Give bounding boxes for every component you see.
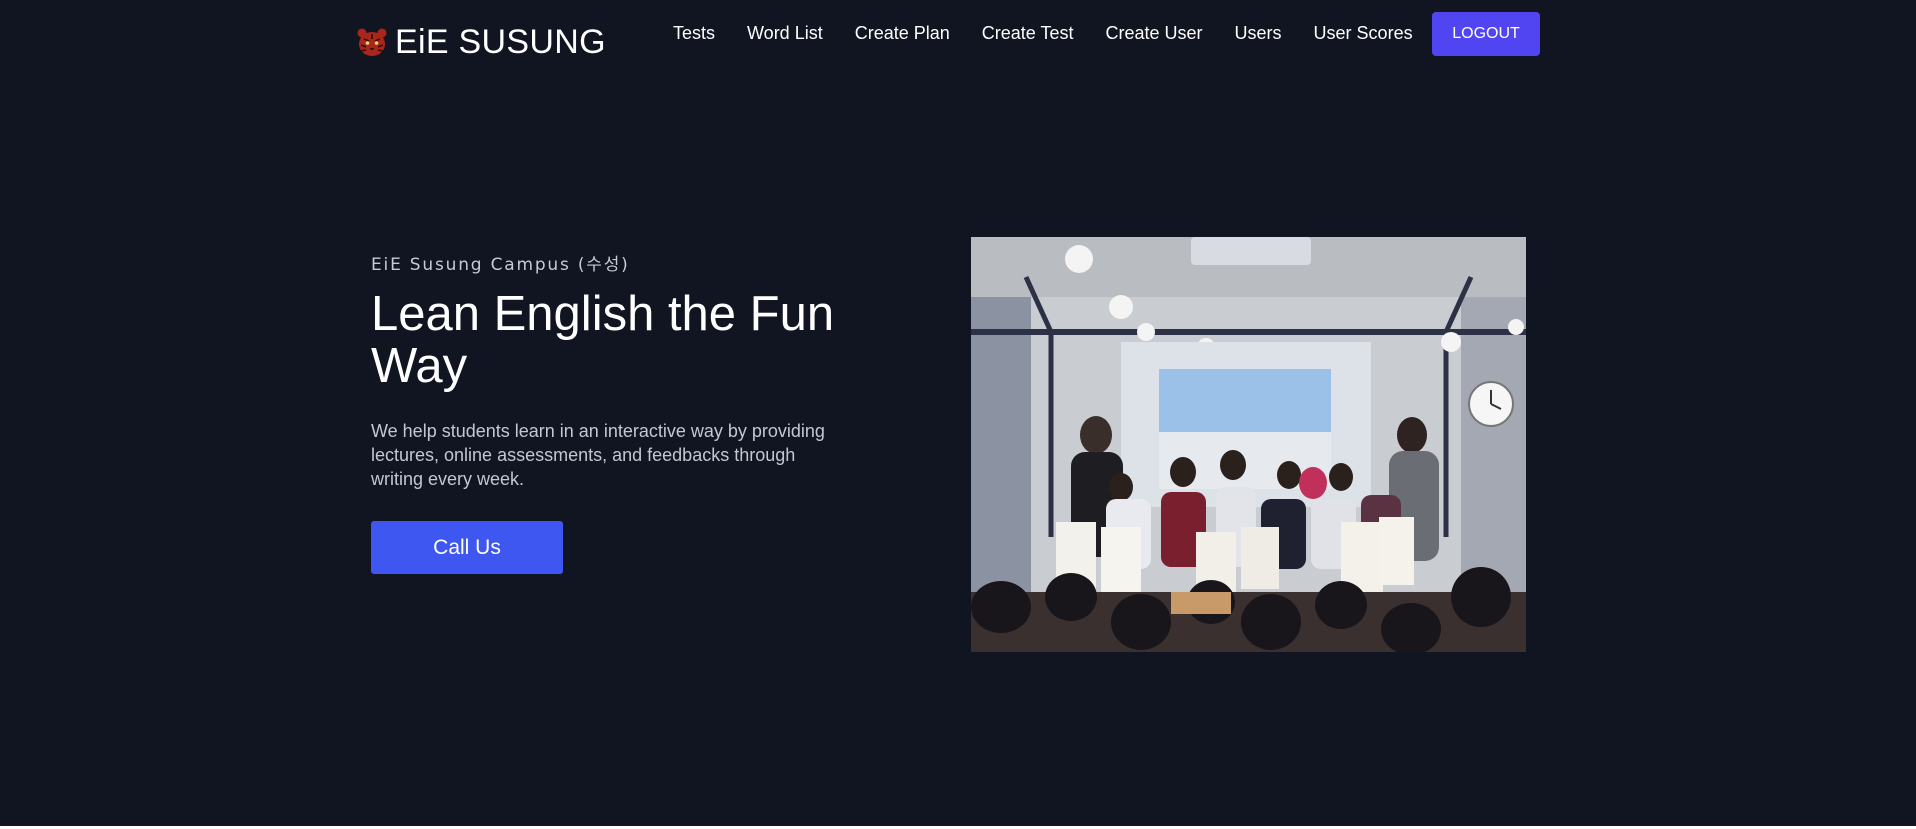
brand-name: EiE SUSUNG <box>395 22 606 61</box>
tiger-head-icon <box>355 25 389 59</box>
navbar: EiE SUSUNG Tests Word List Create Plan C… <box>0 0 1916 70</box>
hero-text: EiE Susung Campus (수성) Lean English the … <box>371 250 851 491</box>
nav-link-create-test[interactable]: Create Test <box>982 23 1074 44</box>
call-us-button[interactable]: Call Us <box>371 521 563 574</box>
hero-title: Lean English the Fun Way <box>371 287 835 393</box>
nav-link-create-user[interactable]: Create User <box>1106 23 1203 44</box>
hero-eyebrow: EiE Susung Campus (수성) <box>371 255 630 275</box>
nav-link-user-scores[interactable]: User Scores <box>1314 23 1413 44</box>
page: EiE SUSUNG Tests Word List Create Plan C… <box>0 0 1916 826</box>
hero-photo <box>971 237 1526 652</box>
logout-button[interactable]: LOGOUT <box>1432 12 1540 56</box>
nav-link-word-list[interactable]: Word List <box>747 23 823 44</box>
nav-link-users[interactable]: Users <box>1235 23 1282 44</box>
nav-link-tests[interactable]: Tests <box>673 23 715 44</box>
nav-link-create-plan[interactable]: Create Plan <box>855 23 950 44</box>
brand[interactable]: EiE SUSUNG <box>355 20 606 64</box>
hero-description: We help students learn in an interactive… <box>371 421 825 489</box>
nav-links: Tests Word List Create Plan Create Test … <box>673 20 1445 46</box>
